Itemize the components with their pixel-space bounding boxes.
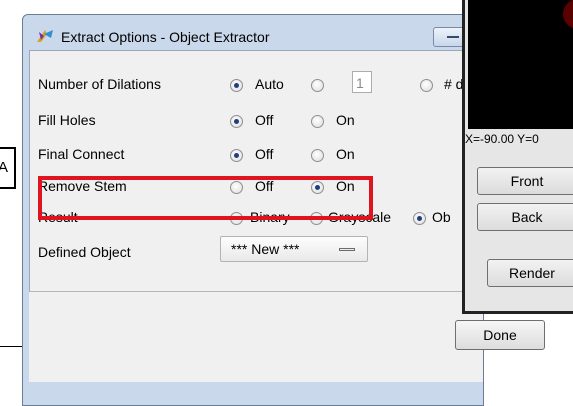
- final-connect-off-label: Off: [255, 146, 274, 162]
- label-number-of-dilations: Number of Dilations: [38, 76, 161, 92]
- defined-object-value: *** New ***: [231, 241, 300, 257]
- dilations-manual-radio[interactable]: [311, 79, 324, 92]
- extract-options-dialog: Extract Options - Object Extractor Numbe…: [22, 14, 485, 406]
- dilations-other-label: # d: [444, 76, 464, 92]
- dialog-footer: [29, 291, 483, 382]
- fill-holes-on-label: On: [336, 112, 355, 128]
- back-view-button[interactable]: Back: [477, 203, 573, 231]
- callout-letter: A: [0, 159, 9, 176]
- rendered-object: [563, 0, 573, 29]
- dilations-other-radio[interactable]: [420, 79, 433, 92]
- label-fill-holes: Fill Holes: [38, 112, 96, 128]
- dilations-auto-label: Auto: [255, 76, 284, 92]
- render-window: X=-90.00 Y=0 Front Back Render: [462, 0, 573, 314]
- dilations-auto-radio[interactable]: [230, 79, 243, 92]
- dropdown-indicator-icon: [339, 248, 355, 251]
- fill-holes-off-radio[interactable]: [230, 115, 243, 128]
- final-connect-on-radio[interactable]: [311, 149, 324, 162]
- result-object-radio[interactable]: [413, 212, 426, 225]
- final-connect-on-label: On: [336, 146, 355, 162]
- render-button[interactable]: Render: [487, 259, 573, 287]
- fill-holes-off-label: Off: [255, 112, 274, 128]
- final-connect-off-radio[interactable]: [230, 149, 243, 162]
- callout-line: [0, 346, 24, 347]
- callout-label: A: [0, 147, 16, 189]
- done-button[interactable]: Done: [455, 320, 545, 350]
- label-defined-object: Defined Object: [38, 244, 131, 260]
- front-view-button[interactable]: Front: [477, 167, 573, 195]
- dilations-count-field[interactable]: 1: [352, 71, 372, 93]
- options-panel: Number of Dilations Auto 1 # d Fill Hole…: [29, 50, 485, 292]
- render-viewport[interactable]: [468, 0, 573, 129]
- title-bar[interactable]: Extract Options - Object Extractor: [23, 15, 483, 51]
- label-final-connect: Final Connect: [38, 146, 125, 162]
- fill-holes-on-radio[interactable]: [311, 115, 324, 128]
- remove-stem-highlight: [38, 176, 373, 220]
- defined-object-dropdown[interactable]: *** New ***: [220, 236, 368, 262]
- coordinate-readout: X=-90.00 Y=0: [465, 132, 539, 146]
- app-icon: [37, 30, 53, 42]
- result-object-label: Ob: [432, 209, 451, 225]
- window-title: Extract Options - Object Extractor: [61, 29, 270, 45]
